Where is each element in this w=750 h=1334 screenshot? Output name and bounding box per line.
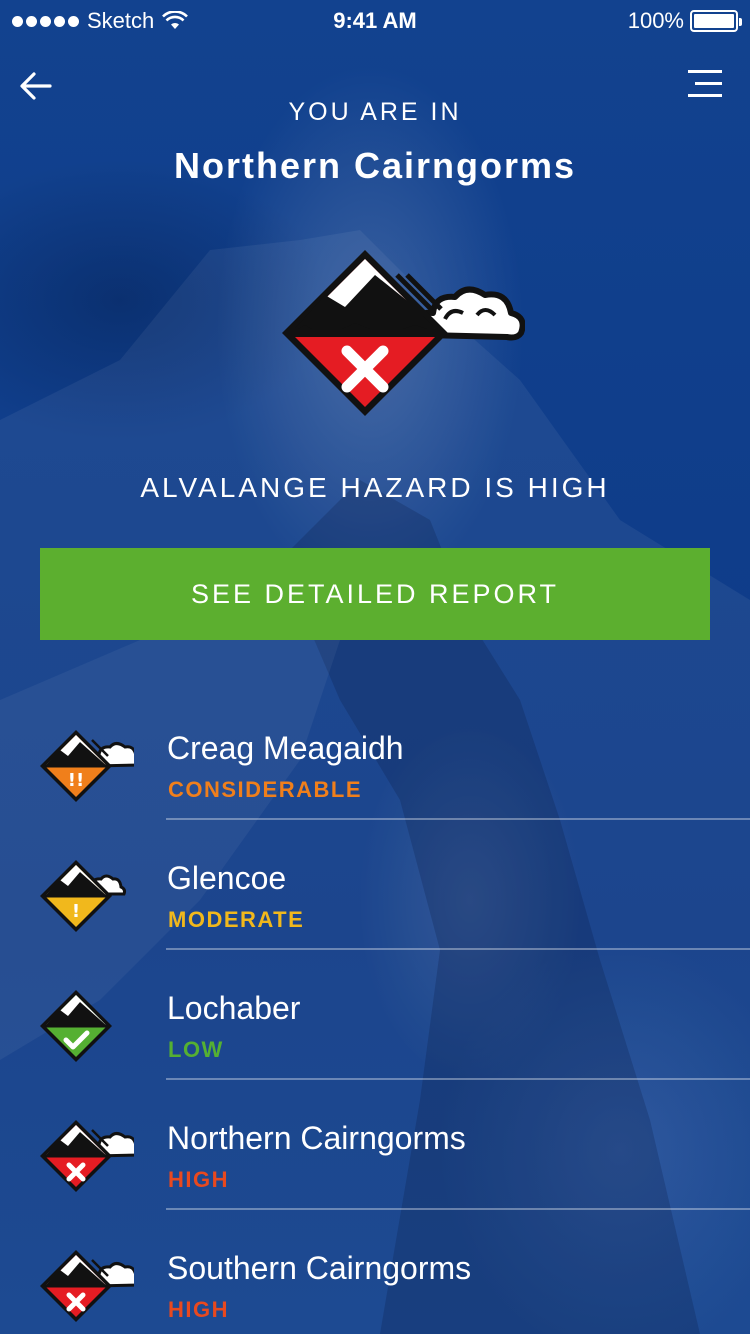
divider [166,948,750,950]
svg-text:!: ! [72,901,80,922]
divider [166,1208,750,1210]
divider [166,1078,750,1080]
svg-text:!!: !! [68,770,84,791]
menu-button[interactable] [688,70,722,100]
region-name: Southern Cairngorms [167,1250,472,1286]
hazard-level: CONSIDERABLE [168,777,363,802]
hazard-level: MODERATE [168,907,305,932]
region-list: !! Creag Meagaidh CONSIDERABLE ! Glencoe… [0,700,750,1334]
divider [166,818,750,820]
battery-percent: 100% [627,8,684,33]
hamburger-menu-icon [688,70,722,73]
status-bar: Sketch 9:41 AM 100% [0,0,750,40]
list-item-creag-meagaidh[interactable]: !! Creag Meagaidh CONSIDERABLE [0,700,750,830]
location-subtitle: YOU ARE IN [288,98,462,126]
region-name: Creag Meagaidh [167,730,404,766]
hazard-level: HIGH [168,1167,229,1192]
avalanche-low-icon [40,990,112,1062]
see-detailed-report-button[interactable]: SEE DETAILED REPORT [40,548,710,640]
list-item-lochaber[interactable]: Lochaber LOW [0,960,750,1090]
hazard-level: HIGH [168,1297,229,1322]
avalanche-high-icon [40,1120,134,1192]
avalanche-high-icon [40,1250,134,1322]
region-name: Northern Cairngorms [167,1120,466,1156]
avalanche-moderate-icon: ! [40,860,127,932]
hazard-level: LOW [168,1037,224,1062]
avalanche-high-icon [282,250,525,416]
page-title: Northern Cairngorms [173,145,577,186]
list-item-northern-cairngorms[interactable]: Northern Cairngorms HIGH [0,1090,750,1220]
avalanche-considerable-icon: !! [40,730,134,802]
hazard-status: ALVALANGE HAZARD IS HIGH [140,472,610,503]
battery-icon [690,10,742,32]
region-name: Lochaber [167,990,301,1026]
region-name: Glencoe [167,860,287,896]
list-item-southern-cairngorms[interactable]: Southern Cairngorms HIGH [0,1220,750,1334]
list-item-glencoe[interactable]: ! Glencoe MODERATE [0,830,750,960]
